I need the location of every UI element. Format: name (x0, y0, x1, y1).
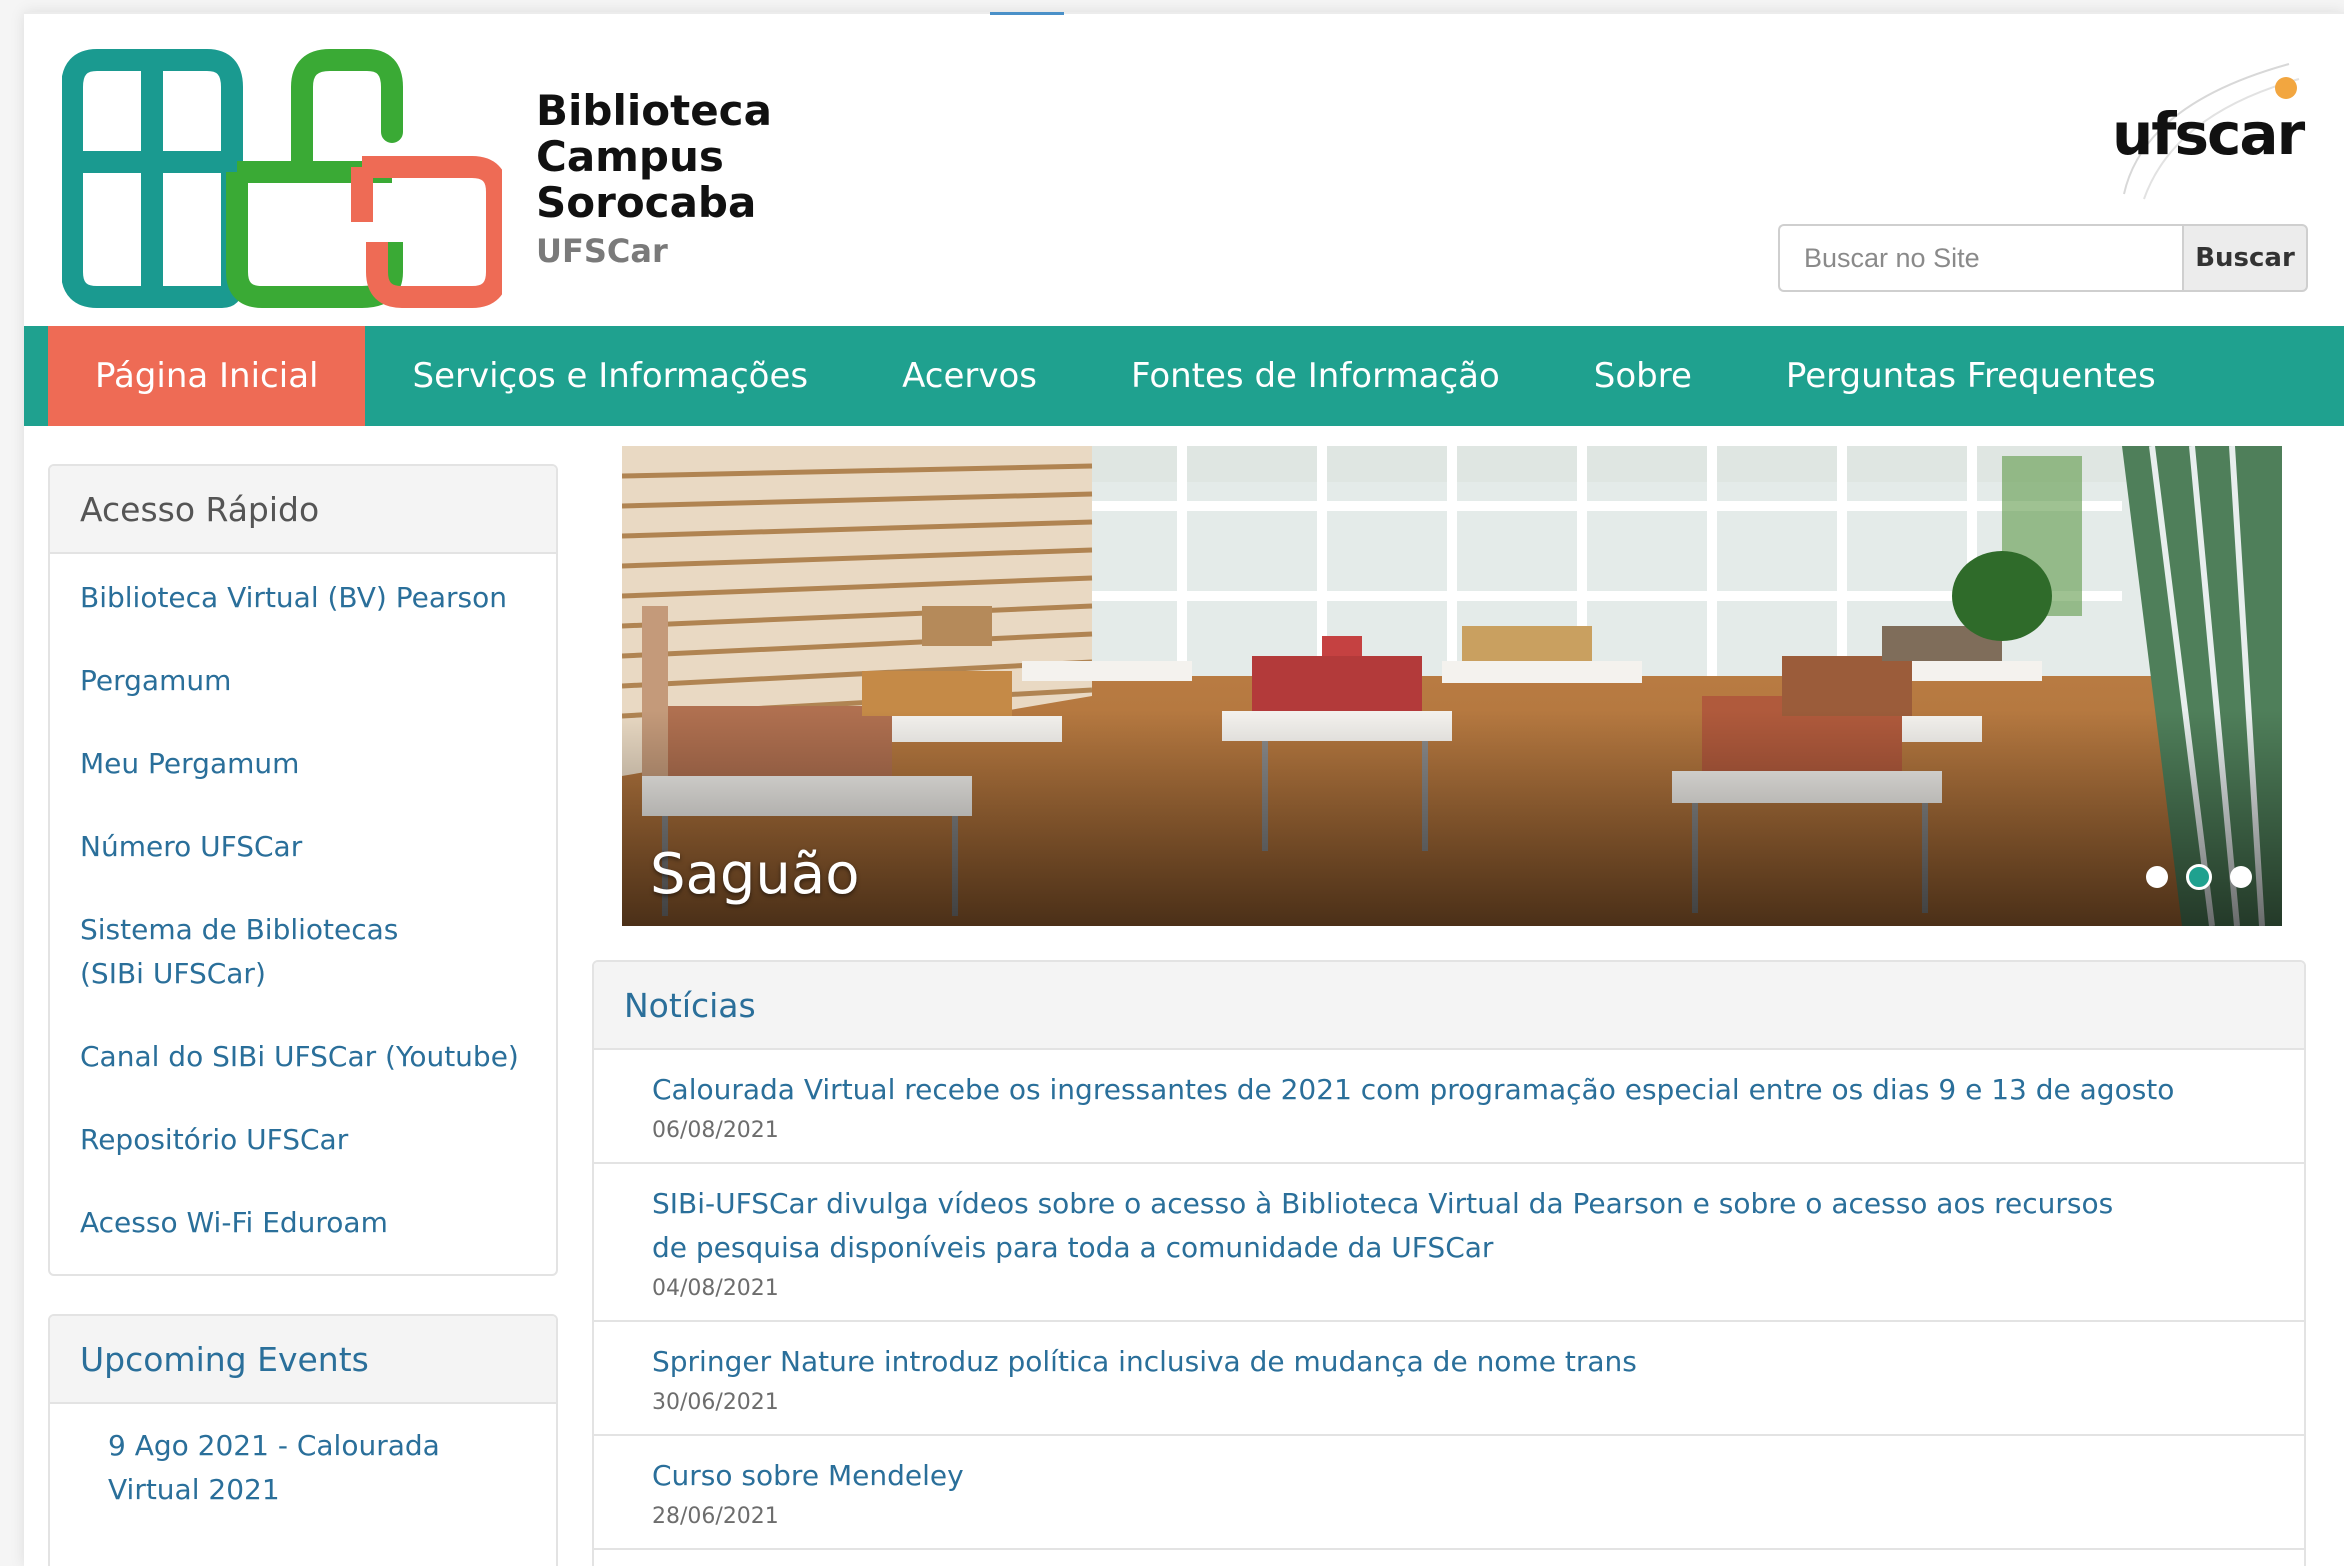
news-item-date: 04/08/2021 (652, 1276, 779, 1301)
brand-subtitle: UFSCar (536, 232, 668, 270)
brand-line-2: Campus (536, 132, 724, 181)
main-nav: Página Inicial Serviços e Informações Ac… (24, 326, 2344, 426)
site-search: Buscar (1778, 224, 2308, 292)
quick-access-list: Biblioteca Virtual (BV) Pearson Pergamum… (50, 554, 556, 1245)
news-item-title[interactable]: SIBi-UFSCar divulga vídeos sobre o acess… (652, 1182, 2274, 1270)
brand-line-1: Biblioteca (536, 86, 772, 135)
news-item-date: 06/08/2021 (652, 1118, 779, 1143)
news-item: Curso sobre Mendeley 28/06/2021 (594, 1436, 2304, 1550)
quick-link-numero-ufscar[interactable]: Número UFSCar (50, 825, 556, 869)
search-input[interactable] (1778, 224, 2182, 292)
news-title: Notícias (594, 962, 2304, 1050)
news-item-title[interactable]: Springer Nature introduz política inclus… (652, 1340, 2274, 1384)
slider-dot-1[interactable] (2146, 866, 2168, 888)
news-item-date: 30/06/2021 (652, 1390, 779, 1415)
quick-link-pergamum[interactable]: Pergamum (50, 659, 556, 703)
quick-link-youtube[interactable]: Canal do SIBi UFSCar (Youtube) (50, 1035, 556, 1079)
slide-caption: Saguão (650, 842, 860, 907)
nav-item-home[interactable]: Página Inicial (48, 326, 366, 426)
slider-dot-2[interactable] (2186, 864, 2212, 890)
quick-link-repositorio[interactable]: Repositório UFSCar (50, 1118, 556, 1162)
ufscar-logo-text: ufscar (2112, 100, 2306, 168)
quick-access-title: Acesso Rápido (50, 466, 556, 554)
quick-link-sibi[interactable]: Sistema de Bibliotecas (SIBi UFSCar) (50, 908, 556, 996)
news-item: Calourada Virtual recebe os ingressantes… (594, 1050, 2304, 1164)
news-item-title[interactable]: Calourada Virtual recebe os ingressantes… (652, 1068, 2274, 1112)
ufscar-logo-icon[interactable]: ufscar (2084, 44, 2314, 204)
slider-dot-3[interactable] (2230, 866, 2252, 888)
slider-dots (2146, 864, 2252, 890)
news-item: Springer Nature introduz política inclus… (594, 1322, 2304, 1436)
news-item-title[interactable]: Curso sobre Mendeley (652, 1454, 2274, 1498)
news-item-date: 28/06/2021 (652, 1504, 779, 1529)
slide-image (622, 446, 2282, 926)
brand-line-3: Sorocaba (536, 178, 757, 227)
nav-item-sources[interactable]: Fontes de Informação (1084, 326, 1547, 426)
brand-title[interactable]: Biblioteca Campus Sorocaba UFSCar (536, 88, 772, 274)
quick-link-pearson[interactable]: Biblioteca Virtual (BV) Pearson (50, 576, 556, 620)
page: Biblioteca Campus Sorocaba UFSCar ufscar… (24, 12, 2344, 1566)
nav-item-faq[interactable]: Perguntas Frequentes (1739, 326, 2203, 426)
nav-item-services[interactable]: Serviços e Informações (365, 326, 855, 426)
quick-link-eduroam[interactable]: Acesso Wi-Fi Eduroam (50, 1201, 556, 1245)
events-panel: Upcoming Events 9 Ago 2021 - Calourada V… (48, 1314, 558, 1566)
quick-access-panel: Acesso Rápido Biblioteca Virtual (BV) Pe… (48, 464, 558, 1276)
events-title: Upcoming Events (50, 1316, 556, 1404)
top-strip-accent (990, 12, 1064, 15)
nav-item-about[interactable]: Sobre (1547, 326, 1739, 426)
quick-link-meu-pergamum[interactable]: Meu Pergamum (50, 742, 556, 786)
event-item[interactable]: 9 Ago 2021 - Calourada Virtual 2021 (50, 1404, 556, 1512)
bsc-logo-icon[interactable] (62, 42, 502, 312)
news-item: SIBi-UFSCar divulga vídeos sobre o acess… (594, 1164, 2304, 1322)
image-slider[interactable]: Saguão (622, 446, 2282, 926)
news-panel: Notícias Calourada Virtual recebe os ing… (592, 960, 2306, 1566)
nav-item-collections[interactable]: Acervos (855, 326, 1084, 426)
top-strip (24, 12, 2344, 14)
search-button[interactable]: Buscar (2182, 224, 2308, 292)
